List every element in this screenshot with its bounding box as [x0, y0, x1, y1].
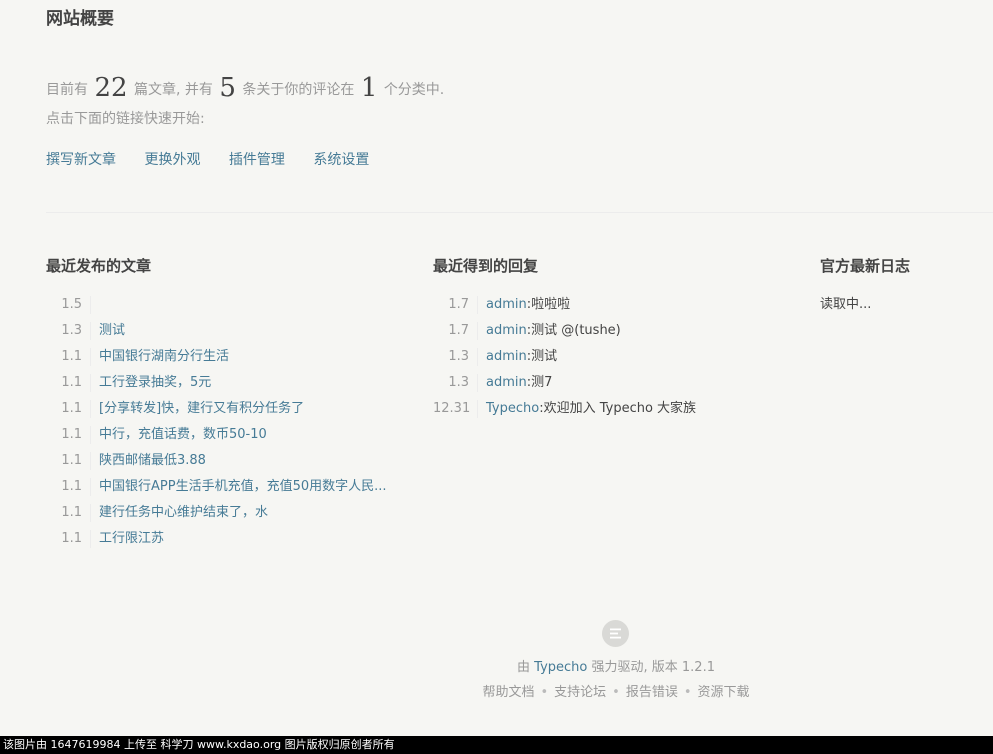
support-forum-link[interactable]: 支持论坛 [554, 685, 606, 700]
comments-suffix: 条关于你的评论在 [242, 82, 355, 98]
watermark-bar: 该图片由 1647619984 上传至 科学刀 www.kxdao.org 图片… [0, 736, 993, 754]
post-link[interactable]: 建行任务中心维护结束了，水 [99, 500, 268, 526]
list-item: 1.1 中国银行APP生活手机充值，充值50用数字人民... [46, 474, 416, 500]
categories-suffix: 个分类中. [383, 82, 445, 98]
recent-posts-title: 最近发布的文章 [46, 257, 152, 275]
posts-suffix: 篇文章, 并有 [134, 82, 213, 98]
recent-replies-title: 最近得到的回复 [433, 257, 539, 275]
list-item: 1.1 中国银行湖南分行生活 [46, 344, 416, 370]
site-summary: 目前有 22 篇文章, 并有 5 条关于你的评论在 1 个分类中. [46, 70, 444, 108]
summary-prefix: 目前有 [46, 82, 88, 98]
typecho-logo-icon[interactable] [602, 620, 629, 647]
reply-date: 12.31 [433, 400, 478, 418]
resource-download-link[interactable]: 资源下载 [698, 685, 750, 700]
post-date: 1.1 [46, 348, 91, 366]
list-item: 1.3 测试 [46, 318, 416, 344]
post-link[interactable]: 中行，充值话费，数币50-10 [99, 422, 267, 448]
official-logs-loading: 读取中... [820, 297, 872, 312]
reply-text: 测7 [531, 375, 553, 390]
reply-text: 测试 [531, 349, 558, 364]
post-link[interactable]: [分享转发]快，建行又有积分任务了 [99, 396, 304, 422]
typecho-link[interactable]: Typecho [534, 660, 587, 675]
list-item: 1.1 [分享转发]快，建行又有积分任务了 [46, 396, 416, 422]
system-settings-link[interactable]: 系统设置 [313, 152, 369, 168]
post-date: 1.1 [46, 374, 91, 392]
reply-author-link[interactable]: admin [486, 292, 527, 318]
list-item: 1.3 admin: 测7 [433, 370, 803, 396]
post-link[interactable]: 工行限江苏 [99, 526, 164, 552]
list-item: 1.7 admin: 测试 @(tushe) [433, 318, 803, 344]
write-post-link[interactable]: 撰写新文章 [46, 152, 116, 168]
reply-text: 欢迎加入 Typecho 大家族 [543, 401, 697, 416]
post-link[interactable]: 工行登录抽奖，5元 [99, 370, 211, 396]
reply-date: 1.3 [433, 374, 478, 392]
reply-text: 测试 @(tushe) [531, 323, 621, 338]
list-item: 1.1 建行任务中心维护结束了，水 [46, 500, 416, 526]
post-date: 1.1 [46, 426, 91, 444]
post-date: 1.1 [46, 504, 91, 522]
change-theme-link[interactable]: 更换外观 [144, 152, 200, 168]
quick-links: 撰写新文章 更换外观 插件管理 系统设置 [46, 149, 393, 171]
list-item: 1.1 工行限江苏 [46, 526, 416, 552]
list-item: 1.5 [46, 292, 416, 318]
reply-author-link[interactable]: Typecho [486, 396, 539, 422]
footer-powered-by: 由 Typecho 强力驱动, 版本 1.2.1 [0, 658, 993, 678]
post-link[interactable]: 陕西邮储最低3.88 [99, 448, 206, 474]
help-docs-link[interactable]: 帮助文档 [482, 685, 534, 700]
list-item: 1.1 陕西邮储最低3.88 [46, 448, 416, 474]
report-bug-link[interactable]: 报告错误 [626, 685, 678, 700]
post-link[interactable]: 中国银行湖南分行生活 [99, 344, 229, 370]
reply-author-link[interactable]: admin [486, 344, 527, 370]
categories-count: 1 [360, 73, 378, 103]
post-date: 1.3 [46, 322, 91, 340]
reply-text: 啦啦啦 [531, 297, 571, 312]
reply-date: 1.7 [433, 322, 478, 340]
list-item: 1.3 admin: 测试 [433, 344, 803, 370]
reply-date: 1.3 [433, 348, 478, 366]
footer-separator: • [683, 685, 692, 700]
recent-replies-list: 1.7 admin: 啦啦啦 1.7 admin: 测试 @(tushe) 1.3 a… [433, 292, 803, 422]
list-item: 1.1 中行，充值话费，数币50-10 [46, 422, 416, 448]
post-date: 1.1 [46, 452, 91, 470]
footer-links: 帮助文档 • 支持论坛 • 报告错误 • 资源下载 [0, 683, 993, 703]
official-logs-title: 官方最新日志 [820, 257, 911, 275]
list-item: 1.1 工行登录抽奖，5元 [46, 370, 416, 396]
list-item: 12.31 Typecho: 欢迎加入 Typecho 大家族 [433, 396, 803, 422]
post-date: 1.1 [46, 530, 91, 548]
reply-date: 1.7 [433, 296, 478, 314]
post-date: 1.5 [46, 296, 91, 314]
reply-author-link[interactable]: admin [486, 370, 527, 396]
footer-by: 由 [517, 660, 531, 675]
quick-start-hint: 点击下面的链接快速开始: [46, 111, 205, 127]
list-item: 1.7 admin: 啦啦啦 [433, 292, 803, 318]
post-date: 1.1 [46, 478, 91, 496]
section-divider [46, 212, 993, 213]
post-link[interactable]: 中国银行APP生活手机充值，充值50用数字人民... [99, 474, 387, 500]
post-link[interactable]: 测试 [99, 318, 125, 344]
recent-posts-list: 1.5 1.3 测试 1.1 中国银行湖南分行生活 1.1 工行登录抽奖，5元 1.1… [46, 292, 416, 552]
footer-separator: • [612, 685, 620, 700]
plugin-management-link[interactable]: 插件管理 [229, 152, 285, 168]
footer-powered-version: 强力驱动, 版本 1.2.1 [591, 660, 715, 675]
comments-count: 5 [219, 73, 236, 103]
post-date: 1.1 [46, 400, 91, 418]
page-title: 网站概要 [46, 9, 114, 29]
posts-count: 22 [94, 73, 128, 103]
footer-separator: • [540, 685, 549, 700]
reply-author-link[interactable]: admin [486, 318, 527, 344]
